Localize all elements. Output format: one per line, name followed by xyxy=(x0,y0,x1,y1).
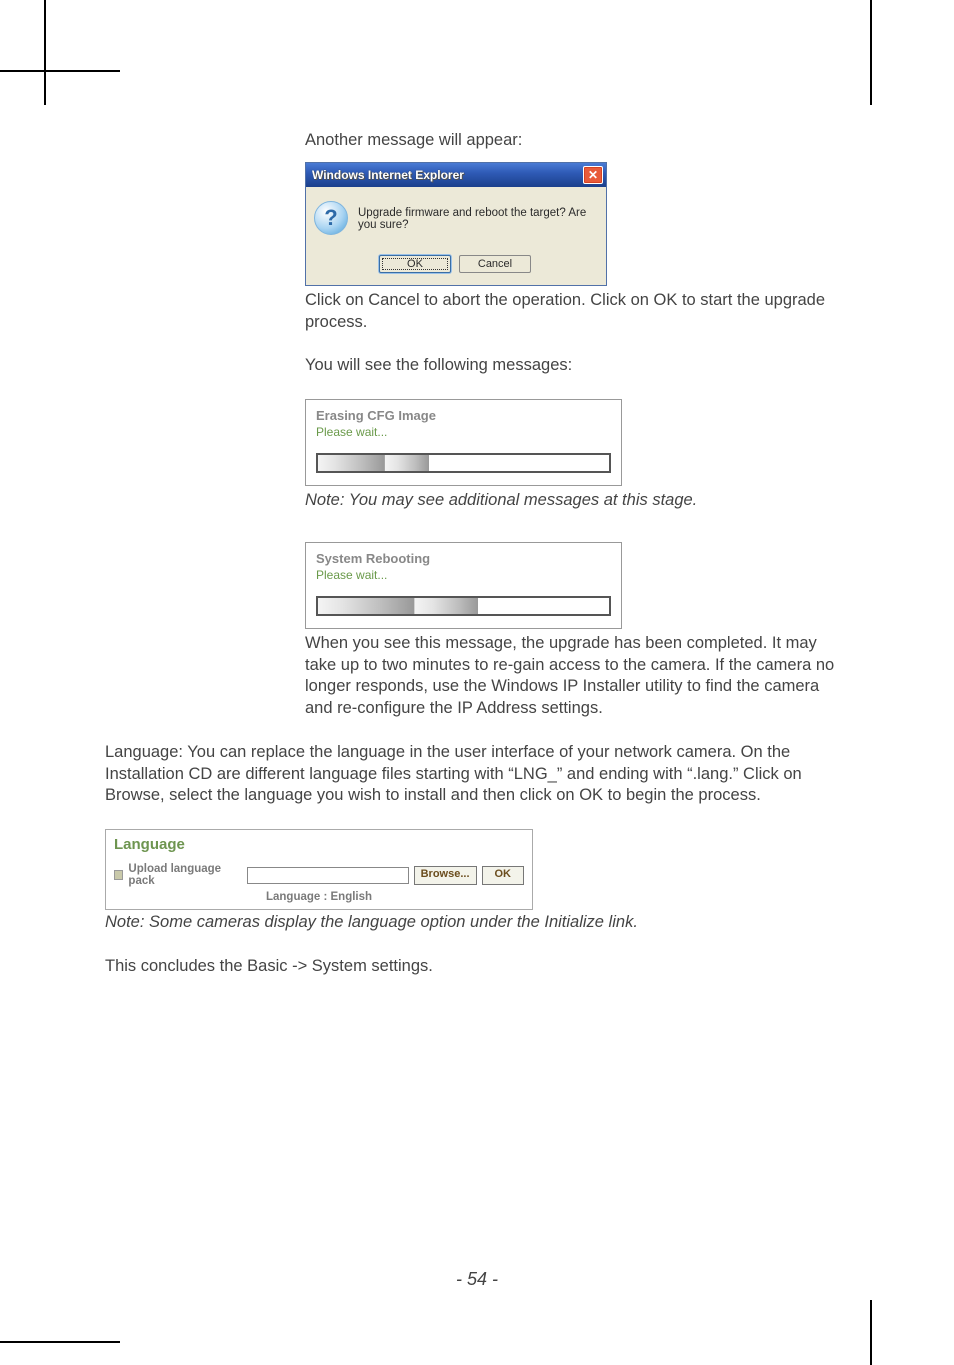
dialog-titlebar: Windows Internet Explorer ✕ xyxy=(306,163,606,187)
language-ok-button[interactable]: OK xyxy=(482,866,525,885)
progress-title: Erasing CFG Image xyxy=(316,408,611,423)
crop-mark xyxy=(0,1341,120,1343)
dialog-body: ? Upgrade firmware and reboot the target… xyxy=(306,187,606,285)
question-icon: ? xyxy=(314,201,348,235)
confirm-dialog-wrapper: Windows Internet Explorer ✕ ? Upgrade fi… xyxy=(305,162,850,286)
page-content: Another message will appear: Windows Int… xyxy=(105,130,850,978)
document-page: Another message will appear: Windows Int… xyxy=(0,0,954,1365)
cancel-button[interactable]: Cancel xyxy=(459,255,531,273)
dialog-message: Upgrade firmware and reboot the target? … xyxy=(358,201,596,231)
see-messages-text: You will see the following messages: xyxy=(305,355,850,377)
progress-fill xyxy=(318,598,478,614)
after-dialog-text: Click on Cancel to abort the operation. … xyxy=(305,290,850,334)
progress-bar xyxy=(316,453,611,473)
language-heading: Language xyxy=(114,836,524,853)
browse-button[interactable]: Browse... xyxy=(414,866,477,885)
upgrade-complete-text: When you see this message, the upgrade h… xyxy=(305,633,850,720)
language-upload-box: Language Upload language pack Browse... … xyxy=(105,829,533,910)
close-icon[interactable]: ✕ xyxy=(583,166,603,184)
confirm-dialog: Windows Internet Explorer ✕ ? Upgrade fi… xyxy=(305,162,607,286)
progress-message-box: System Rebooting Please wait... xyxy=(305,542,622,629)
note-additional-messages: Note: You may see additional messages at… xyxy=(305,490,850,512)
ok-button[interactable]: OK xyxy=(379,255,451,273)
crop-mark xyxy=(0,70,120,72)
crop-mark xyxy=(44,0,46,105)
progress-box-erasing: Erasing CFG Image Please wait... xyxy=(305,399,850,486)
language-paragraph: Language: You can replace the language i… xyxy=(105,742,850,807)
page-number: - 54 - xyxy=(0,1269,954,1290)
progress-message-box: Erasing CFG Image Please wait... xyxy=(305,399,622,486)
language-file-input[interactable] xyxy=(247,867,409,884)
progress-wait-text: Please wait... xyxy=(316,568,611,582)
dialog-buttons: OK Cancel xyxy=(314,245,596,273)
crop-mark xyxy=(870,1300,872,1365)
crop-mark xyxy=(870,0,872,105)
progress-wait-text: Please wait... xyxy=(316,425,611,439)
upload-language-label: Upload language pack xyxy=(128,863,241,887)
dialog-title: Windows Internet Explorer xyxy=(312,168,464,182)
progress-fill xyxy=(318,455,429,471)
concludes-text: This concludes the Basic -> System setti… xyxy=(105,956,850,978)
progress-box-rebooting: System Rebooting Please wait... xyxy=(305,542,850,629)
note-initialize-link: Note: Some cameras display the language … xyxy=(105,912,850,934)
intro-text: Another message will appear: xyxy=(305,130,850,152)
progress-bar xyxy=(316,596,611,616)
progress-title: System Rebooting xyxy=(316,551,611,566)
bullet-icon xyxy=(114,870,123,880)
current-language-text: Language : English xyxy=(114,891,524,903)
language-upload-row: Upload language pack Browse... OK xyxy=(114,863,524,887)
